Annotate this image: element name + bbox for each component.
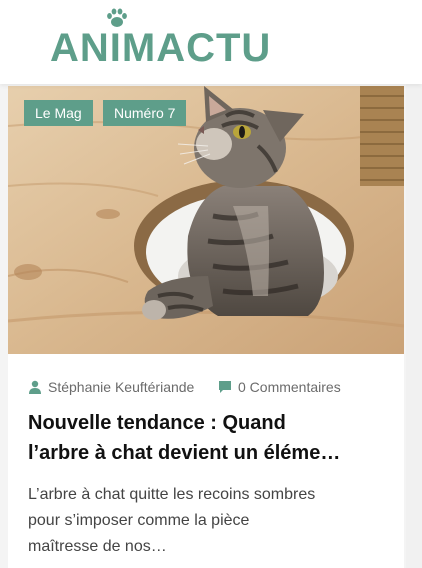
author-link[interactable]: Stéphanie Keuftériande — [28, 378, 194, 396]
article-title-line-1: Nouvelle tendance : Quand — [28, 412, 286, 434]
scrollbar-track[interactable] — [406, 84, 422, 568]
article-excerpt: L’arbre à chat quitte les recoins sombre… — [28, 482, 388, 560]
article-image — [8, 86, 404, 354]
page: ANIMACTU Le Mag Numéro 7 Stéphanie Keuft… — [0, 0, 422, 568]
tag-le-mag[interactable]: Le Mag — [24, 100, 93, 126]
comment-icon — [219, 381, 231, 393]
tag-numero-7[interactable]: Numéro 7 — [103, 100, 187, 126]
comments-link[interactable]: 0 Commentaires — [218, 378, 341, 396]
site-header: ANIMACTU — [0, 0, 422, 84]
article-title-line-2: l’arbre à chat devient un éléme… — [28, 442, 341, 464]
paw-icon — [107, 8, 127, 27]
article-image-link[interactable] — [8, 86, 404, 354]
logo-text: ANIMACTU — [50, 26, 272, 70]
article-title[interactable]: Nouvelle tendance : Quand l’arbre à chat… — [28, 408, 388, 468]
comments-count: 0 Commentaires — [238, 379, 341, 395]
excerpt-line-2: pour s’imposer comme la pièce — [28, 512, 250, 529]
site-logo[interactable]: ANIMACTU — [50, 8, 290, 70]
article-card: Le Mag Numéro 7 Stéphanie Keuftériande 0… — [8, 86, 404, 568]
author-name: Stéphanie Keuftériande — [48, 379, 195, 395]
excerpt-line-3: maîtresse de nos… — [28, 538, 167, 555]
user-icon — [29, 380, 41, 394]
excerpt-line-1: L’arbre à chat quitte les recoins sombre… — [28, 486, 316, 503]
